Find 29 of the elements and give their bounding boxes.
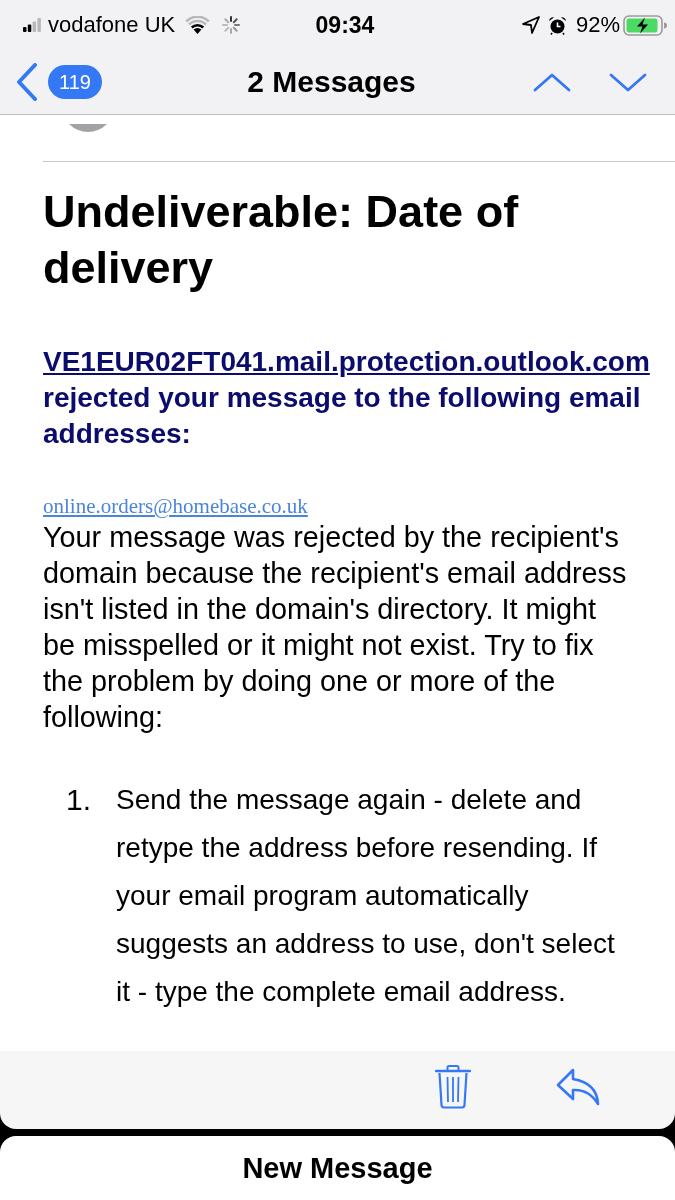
- new-message-sheet[interactable]: New Message: [0, 1136, 675, 1200]
- reply-arrow-icon: [556, 1068, 600, 1106]
- step-number: 1.: [66, 782, 92, 818]
- nav-title: 2 Messages: [247, 67, 416, 97]
- message-subject: Undeliverable: Date of delivery: [43, 185, 520, 295]
- delete-button[interactable]: [435, 1065, 471, 1109]
- down-chevron-icon: [609, 72, 647, 92]
- location-arrow-icon: [521, 16, 540, 34]
- battery-percentage: 92%: [575, 14, 620, 36]
- recipient-email-link[interactable]: online.orders@homebase.co.uk: [43, 494, 308, 518]
- back-chevron-icon: [16, 63, 38, 101]
- step-text: Send the message again - delete and retype the address before resending. If your email program automatically suggests an address to use, don't select it - type the complete email address.: [116, 783, 616, 1009]
- unread-count-badge: 119: [48, 65, 102, 99]
- reply-button[interactable]: [556, 1068, 600, 1106]
- rejection-explanation: Your message was rejected by the recipient's domain because the recipient's email address isn't listed in the domain's directory. It might be misspelled or it might not exist. Try to fix the problem by doing one or more of the following:: [43, 520, 628, 735]
- activity-spinner-icon: [222, 16, 241, 34]
- status-time: 09:34: [315, 13, 375, 37]
- signal-bars-icon: [23, 18, 41, 32]
- next-message-button[interactable]: [609, 72, 647, 92]
- rejection-notice: VE1EUR02FT041.mail.protection.outlook.com rejected your message to the following email addresses:: [43, 345, 651, 451]
- back-button[interactable]: 119: [16, 63, 102, 101]
- carrier-name: vodafone UK: [48, 14, 176, 36]
- alarm-clock-icon: [547, 15, 567, 35]
- trash-icon: [435, 1065, 471, 1109]
- wifi-icon: [185, 16, 211, 34]
- up-chevron-icon: [533, 72, 571, 92]
- server-link[interactable]: VE1EUR02FT041.mail.protection.outlook.com: [43, 346, 650, 377]
- sheet-title: New Message: [242, 1153, 433, 1183]
- previous-message-button[interactable]: [533, 72, 571, 92]
